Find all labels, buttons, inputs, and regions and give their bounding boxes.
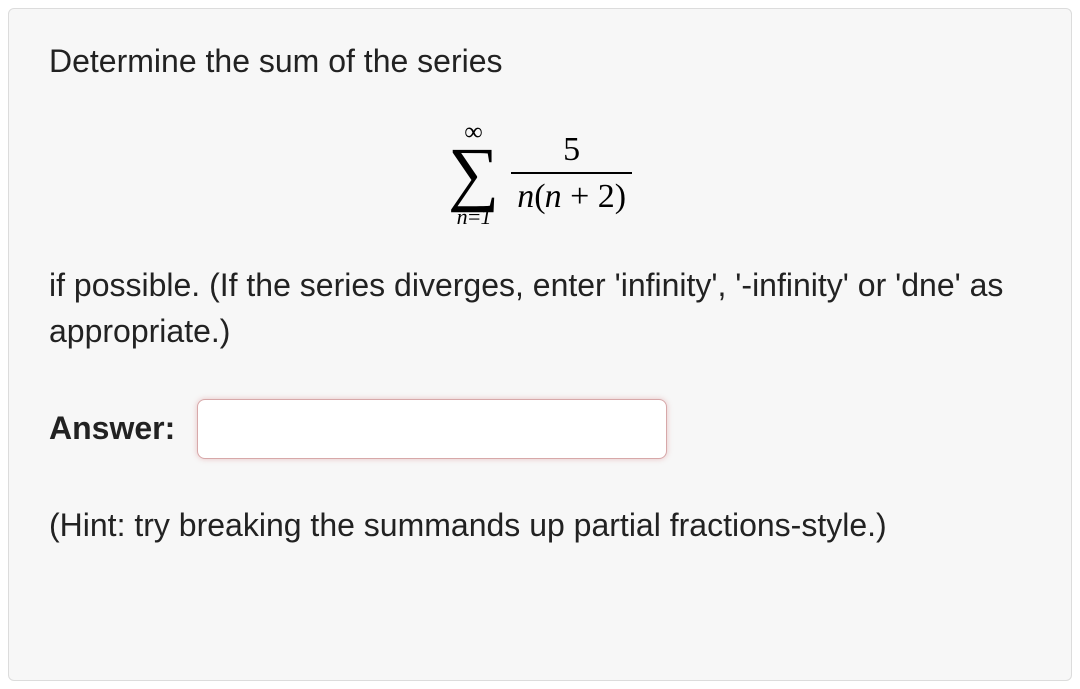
series-expression: ∞ ∑ n=1 5 n(n + 2) [49,111,1031,228]
hint-text: (Hint: try breaking the summands up part… [49,503,1031,548]
fraction: 5 n(n + 2) [511,131,632,216]
prompt-bottom: if possible. (If the series diverges, en… [49,262,1031,355]
answer-label: Answer: [49,410,175,447]
denominator: n(n + 2) [511,172,632,215]
summation-symbol: ∞ ∑ n=1 [448,119,499,228]
prompt-top: Determine the sum of the series [49,41,1031,83]
answer-row: Answer: [49,399,1031,459]
sum-lower-limit: n=1 [457,206,491,228]
question-card: Determine the sum of the series ∞ ∑ n=1 … [8,8,1072,681]
answer-input[interactable] [197,399,667,459]
sigma-icon: ∑ [448,143,499,204]
numerator: 5 [557,131,586,172]
